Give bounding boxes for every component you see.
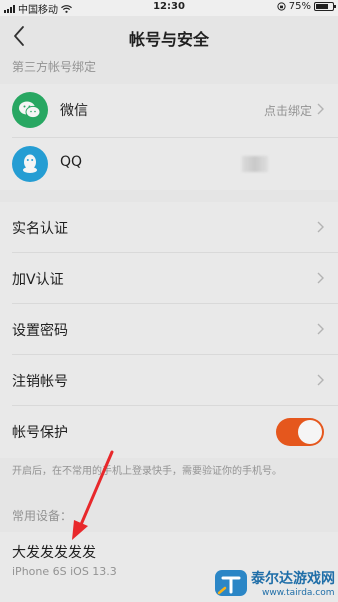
qq-label: QQ <box>60 154 83 170</box>
set-password-row[interactable]: 设置密码 <box>0 304 338 354</box>
watermark: 泰尔达游戏网 www.tairda.com <box>214 566 338 602</box>
chevron-right-icon <box>317 272 324 284</box>
qq-icon <box>12 146 48 182</box>
orientation-lock-icon <box>277 2 286 11</box>
chevron-right-icon <box>317 323 324 335</box>
battery-percent: 75% <box>288 1 311 12</box>
page-title: 帐号与安全 <box>128 30 209 49</box>
watermark-site: www.tairda.com <box>262 588 335 598</box>
account-protection-toggle[interactable] <box>276 418 324 446</box>
v-auth-label: 加V认证 <box>12 272 64 288</box>
protection-hint: 开启后，在不常用的手机上登录快手，需要验证你的手机号。 <box>12 466 282 477</box>
third-party-section-label: 第三方帐号绑定 <box>12 60 97 74</box>
device-name: 大发发发发发 <box>12 545 96 561</box>
v-auth-row[interactable]: 加V认证 <box>0 253 338 303</box>
chevron-right-icon <box>317 374 324 386</box>
cancel-account-label: 注销帐号 <box>12 374 68 390</box>
set-password-label: 设置密码 <box>12 323 68 339</box>
wechat-icon <box>12 92 48 128</box>
real-name-auth-row[interactable]: 实名认证 <box>0 202 338 252</box>
real-name-auth-label: 实名认证 <box>12 221 68 237</box>
watermark-brand: 泰尔达游戏网 <box>251 571 335 587</box>
nav-bar: 帐号与安全 <box>0 16 338 56</box>
account-protection-row: 帐号保护 <box>0 406 338 456</box>
device-model: iPhone 6S iOS 13.3 <box>12 565 117 578</box>
qq-bound-account-blurred <box>242 156 268 172</box>
account-protection-label: 帐号保护 <box>12 425 68 441</box>
wechat-bind-status: 点击绑定 <box>263 104 312 118</box>
wechat-label: 微信 <box>60 103 88 119</box>
battery-icon <box>314 2 336 11</box>
toggle-knob <box>298 420 322 444</box>
qq-bind-row[interactable]: QQ <box>0 138 338 188</box>
cancel-account-row[interactable]: 注销帐号 <box>0 355 338 405</box>
devices-section-label: 常用设备： <box>12 509 73 523</box>
watermark-logo-icon <box>215 570 247 596</box>
wechat-bind-row[interactable]: 微信 点击绑定 <box>0 84 338 134</box>
status-bar: 中国移动 12:30 75% <box>0 0 338 16</box>
chevron-right-icon <box>317 221 324 233</box>
chevron-right-icon <box>317 103 324 115</box>
